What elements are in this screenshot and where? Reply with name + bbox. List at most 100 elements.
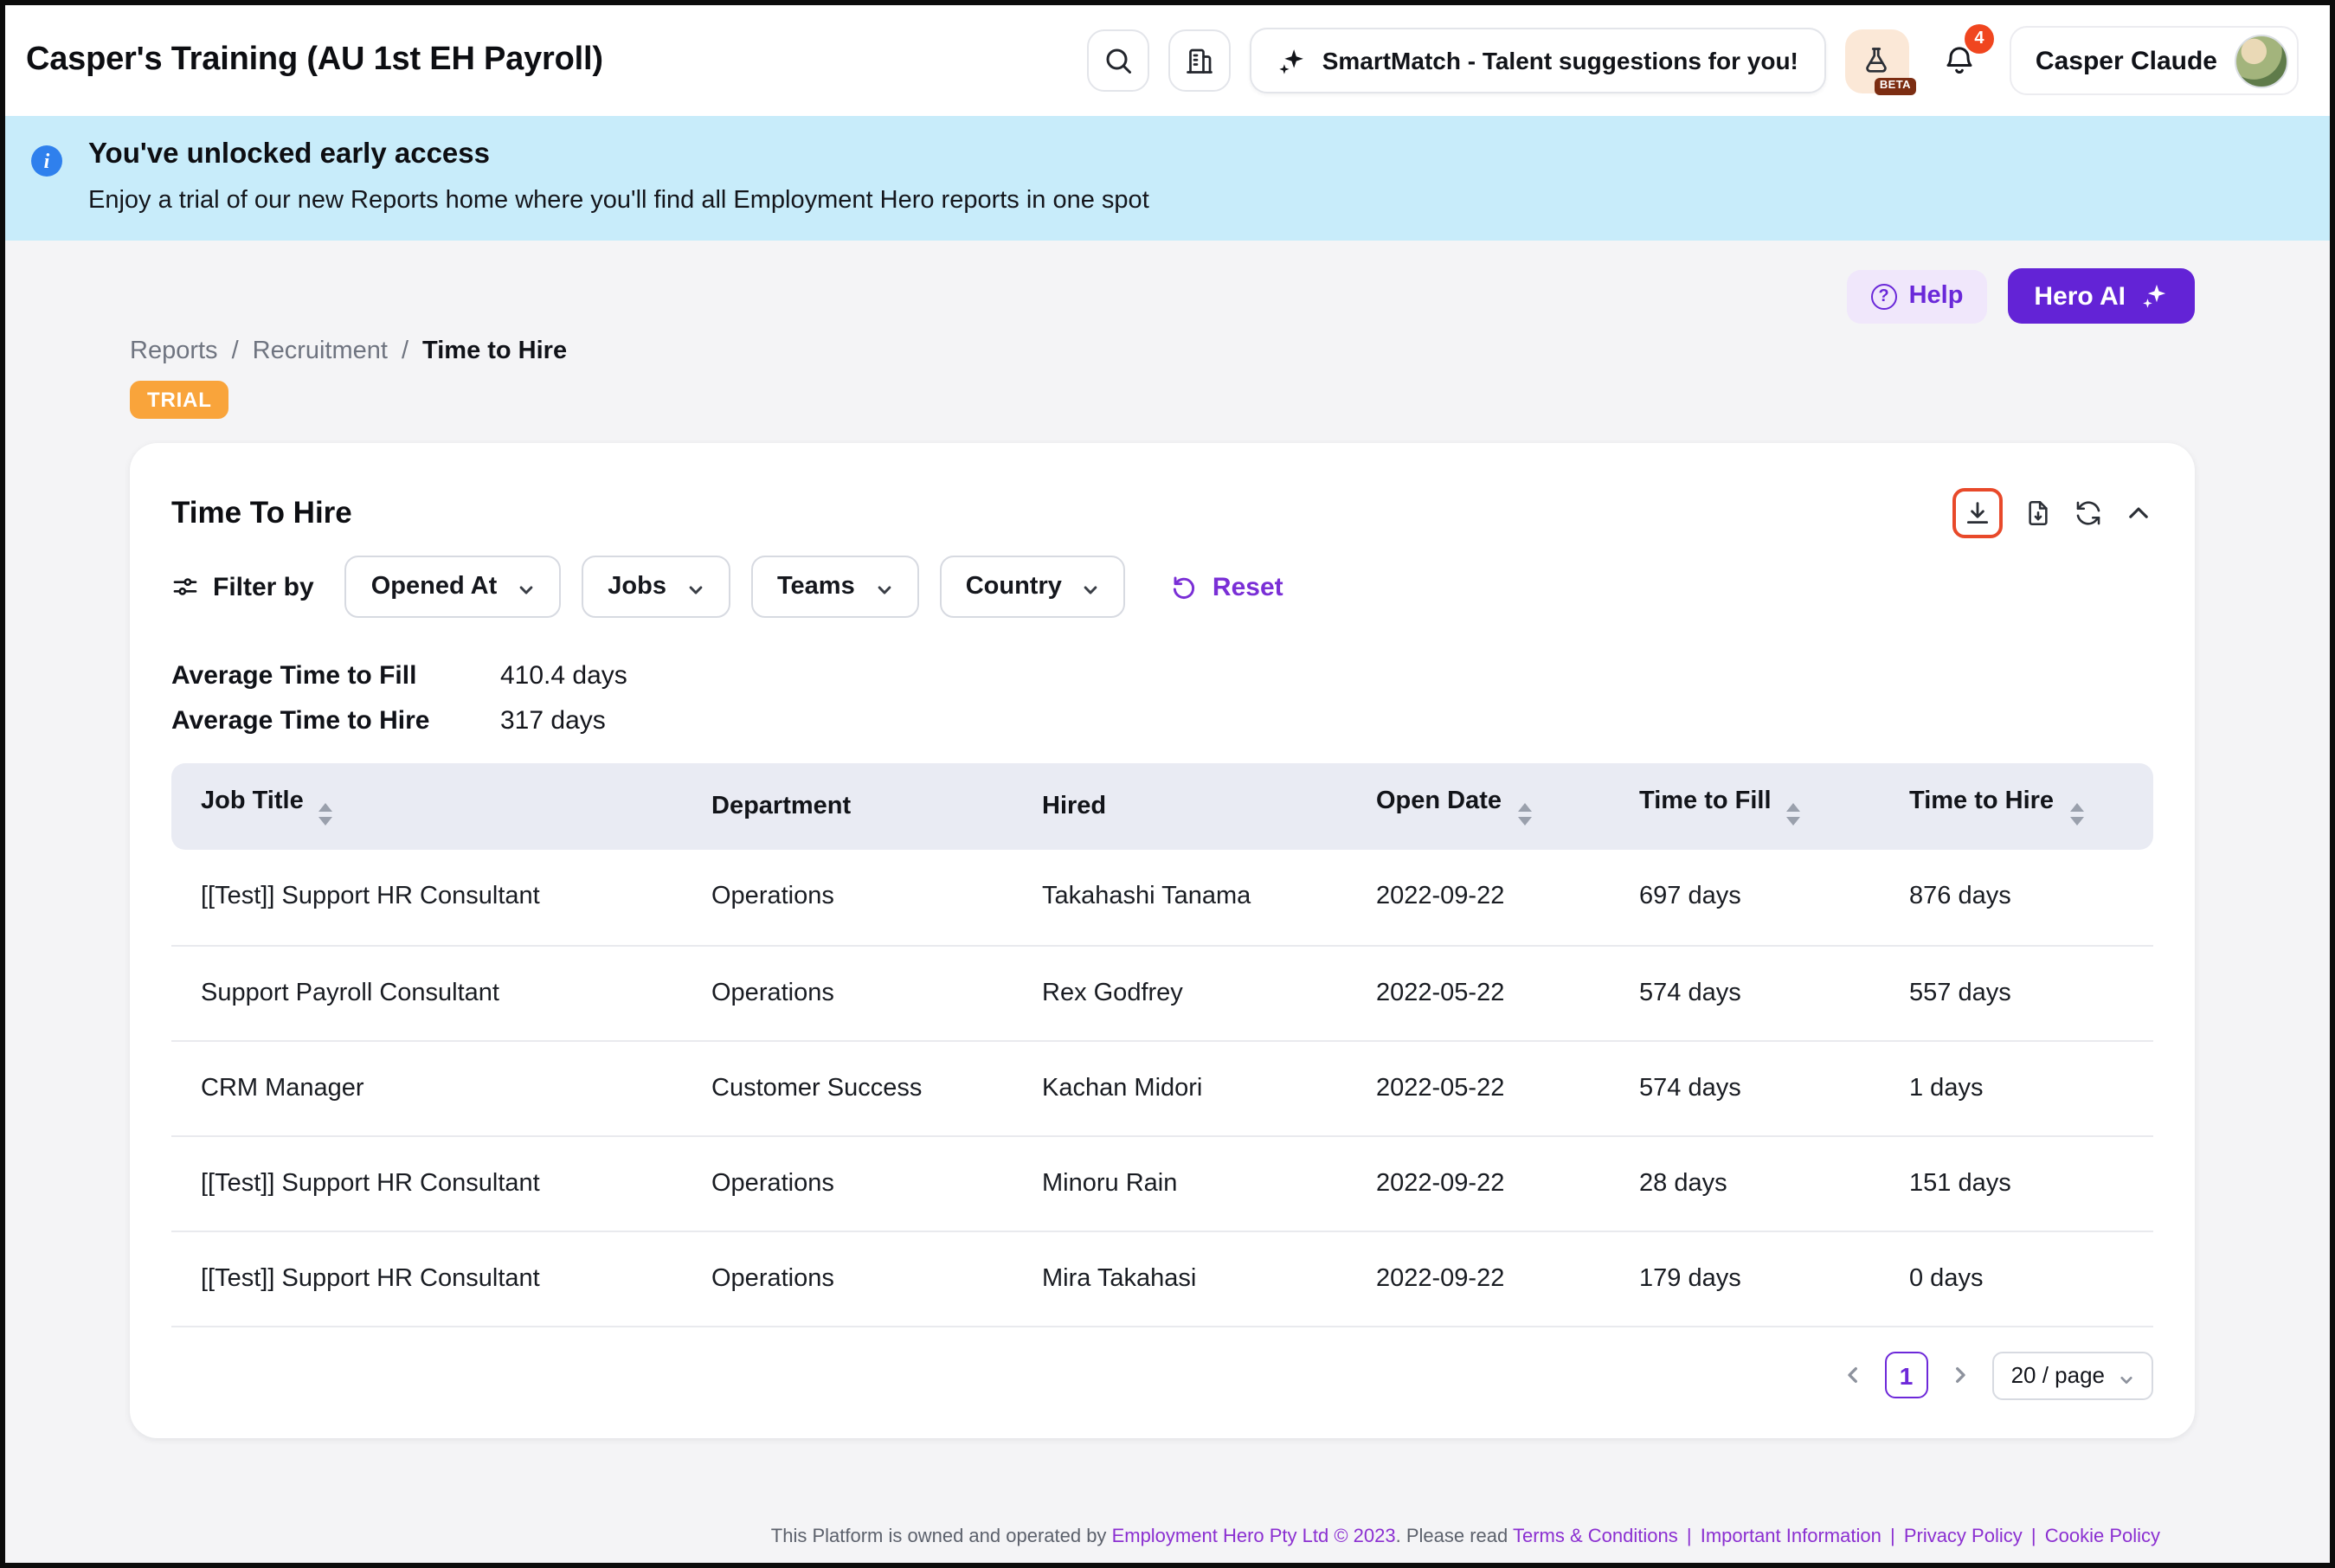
column-header-open-date[interactable]: Open Date — [1347, 763, 1610, 850]
table-row: Support Payroll Consultant Operations Re… — [171, 945, 2153, 1040]
footer-separator: | — [1890, 1526, 1895, 1547]
avg-time-to-hire: Average Time to Hire 317 days — [171, 704, 2153, 737]
building-icon — [1184, 45, 1215, 76]
hero-ai-button[interactable]: Hero AI — [2008, 268, 2195, 324]
reset-icon — [1171, 573, 1199, 601]
sort-icon — [1787, 804, 1801, 826]
chevron-down-icon — [876, 578, 893, 595]
organisation-button[interactable] — [1168, 29, 1231, 92]
sparkle-icon — [1277, 46, 1307, 75]
beta-lab-button[interactable]: BETA — [1845, 29, 1909, 93]
column-header-time-to-hire[interactable]: Time to Hire — [1880, 763, 2153, 850]
user-menu[interactable]: Casper Claude — [2010, 26, 2299, 95]
sort-icon — [2069, 804, 2083, 826]
table-row: CRM Manager Customer Success Kachan Mido… — [171, 1040, 2153, 1135]
page-1-button[interactable]: 1 — [1885, 1352, 1928, 1398]
question-icon: ? — [1871, 283, 1897, 309]
footer-text: This Platform is owned and operated by — [771, 1526, 1112, 1547]
terms-conditions-link[interactable]: Terms & Conditions — [1513, 1526, 1678, 1547]
main-content: ? Help Hero AI Reports / Recruitment / T… — [5, 241, 2330, 1563]
table-row: [[Test]] Support HR Consultant Operation… — [171, 850, 2153, 945]
footer-text: . Please read — [1396, 1526, 1513, 1547]
avatar — [2235, 34, 2288, 87]
reset-filters-button[interactable]: Reset — [1171, 572, 1283, 601]
page-actions: ? Help Hero AI — [130, 268, 2195, 324]
table-row: [[Test]] Support HR Consultant Operation… — [171, 1135, 2153, 1231]
report-title: Time To Hire — [171, 495, 352, 531]
help-label: Help — [1909, 282, 1964, 310]
beta-badge: BETA — [1875, 77, 1916, 94]
breadcrumb-current: Time to Hire — [422, 337, 567, 365]
footer: This Platform is owned and operated by E… — [130, 1526, 2195, 1563]
summary-stats: Average Time to Fill 410.4 days Average … — [171, 659, 2153, 737]
file-export-icon — [2023, 498, 2053, 528]
user-name: Casper Claude — [2036, 46, 2217, 75]
sort-icon — [319, 804, 333, 826]
next-page-button[interactable] — [1951, 1366, 1970, 1385]
pagination: 1 20 / page — [171, 1351, 2153, 1399]
sliders-icon — [171, 573, 199, 601]
filter-jobs-dropdown[interactable]: Jobs — [582, 556, 730, 618]
collapse-button[interactable] — [2124, 498, 2153, 528]
chevron-down-icon — [1083, 578, 1100, 595]
banner-title: You've unlocked early access — [88, 138, 2288, 171]
flask-icon — [1862, 45, 1893, 76]
column-header-job-title[interactable]: Job Title — [171, 763, 682, 850]
page-size-select[interactable]: 20 / page — [1992, 1351, 2153, 1399]
app-title: Casper's Training (AU 1st EH Payroll) — [26, 42, 603, 80]
avg-time-to-fill: Average Time to Fill 410.4 days — [171, 659, 2153, 692]
search-icon — [1103, 45, 1134, 76]
previous-page-button[interactable] — [1843, 1366, 1862, 1385]
early-access-banner: i You've unlocked early access Enjoy a t… — [5, 116, 2330, 241]
time-to-hire-table: Job Title Department Hired Open Date Tim… — [171, 763, 2153, 1327]
time-to-hire-card: Time To Hire — [130, 443, 2195, 1437]
chevron-down-icon — [518, 578, 535, 595]
filter-bar: Filter by Opened At Jobs Teams — [171, 556, 2153, 618]
card-toolbar — [1952, 488, 2153, 538]
column-header-department: Department — [682, 763, 1013, 850]
top-bar-actions: SmartMatch - Talent suggestions for you!… — [1087, 26, 2299, 95]
footer-separator: | — [2031, 1526, 2036, 1547]
smartmatch-label: SmartMatch - Talent suggestions for you! — [1322, 47, 1798, 74]
notification-count-badge: 4 — [1965, 24, 1994, 54]
download-icon — [1963, 498, 1992, 528]
notifications-button[interactable]: 4 — [1928, 29, 1991, 92]
search-button[interactable] — [1087, 29, 1149, 92]
column-header-time-to-fill[interactable]: Time to Fill — [1610, 763, 1880, 850]
filter-opened-at-dropdown[interactable]: Opened At — [345, 556, 562, 618]
privacy-policy-link[interactable]: Privacy Policy — [1904, 1526, 2023, 1547]
sort-icon — [1517, 804, 1531, 826]
top-bar: Casper's Training (AU 1st EH Payroll) — [5, 5, 2330, 116]
breadcrumb-reports[interactable]: Reports — [130, 337, 218, 365]
breadcrumb-recruitment[interactable]: Recruitment — [253, 337, 388, 365]
cookie-policy-link[interactable]: Cookie Policy — [2045, 1526, 2160, 1547]
chevron-down-icon — [2119, 1367, 2134, 1383]
help-button[interactable]: ? Help — [1847, 269, 1988, 323]
employment-hero-link[interactable]: Employment Hero Pty Ltd © 2023 — [1112, 1526, 1396, 1547]
reset-label: Reset — [1213, 572, 1283, 601]
filter-teams-dropdown[interactable]: Teams — [751, 556, 919, 618]
column-header-hired: Hired — [1013, 763, 1347, 850]
chevron-up-icon — [2124, 498, 2153, 528]
breadcrumb: Reports / Recruitment / Time to Hire — [130, 337, 2195, 365]
important-information-link[interactable]: Important Information — [1701, 1526, 1882, 1547]
chevron-down-icon — [687, 578, 704, 595]
info-icon: i — [31, 145, 62, 177]
footer-separator: | — [1687, 1526, 1692, 1547]
smartmatch-button[interactable]: SmartMatch - Talent suggestions for you! — [1250, 28, 1826, 93]
filter-by-label: Filter by — [171, 572, 314, 601]
table-row: [[Test]] Support HR Consultant Operation… — [171, 1231, 2153, 1326]
breadcrumb-separator: / — [402, 337, 408, 365]
hero-ai-label: Hero AI — [2034, 281, 2126, 311]
filter-country-dropdown[interactable]: Country — [940, 556, 1126, 618]
export-file-button[interactable] — [2023, 498, 2053, 528]
banner-message: Enjoy a trial of our new Reports home wh… — [88, 187, 2288, 215]
sparkle-icon — [2141, 282, 2169, 310]
trial-badge: TRIAL — [130, 381, 229, 419]
refresh-button[interactable] — [2074, 498, 2103, 528]
download-button[interactable] — [1952, 488, 2003, 538]
card-header: Time To Hire — [171, 488, 2153, 538]
breadcrumb-separator: / — [232, 337, 239, 365]
refresh-icon — [2074, 498, 2103, 528]
table-header-row: Job Title Department Hired Open Date Tim… — [171, 763, 2153, 850]
